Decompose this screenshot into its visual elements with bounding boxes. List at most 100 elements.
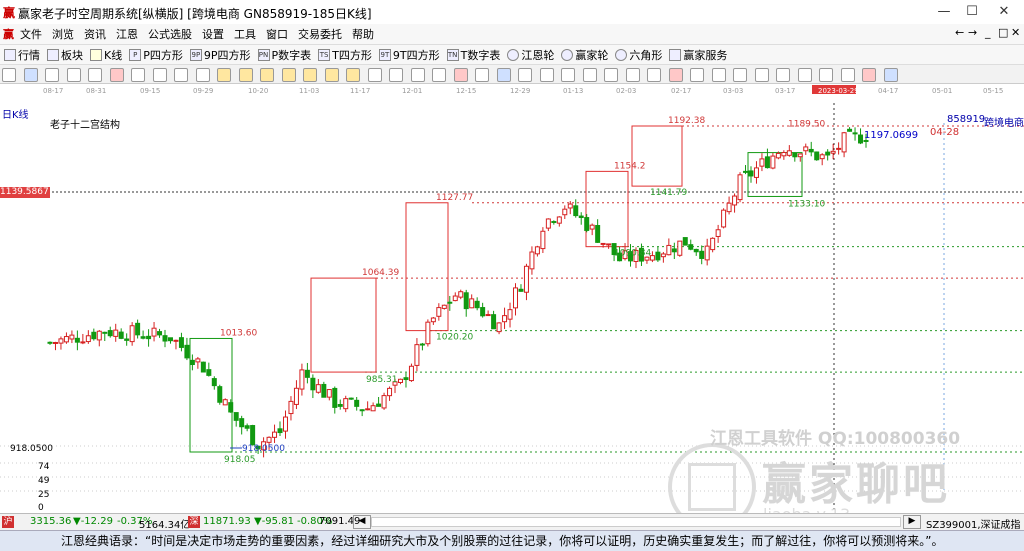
color-tool-icon[interactable]	[862, 68, 876, 82]
menu-tools[interactable]: 工具	[234, 26, 256, 42]
toolbar-kline[interactable]: K线	[90, 47, 122, 63]
toolbar-9p-square[interactable]: 9P 9P四方形	[189, 47, 251, 63]
candle-body	[715, 229, 721, 237]
candle-body	[748, 170, 754, 177]
toolbar-service[interactable]: 赢家服务	[669, 47, 727, 63]
low-marker-label: 918.0500	[242, 444, 285, 454]
menu-file[interactable]: 文件	[20, 26, 42, 42]
flag-icon[interactable]	[109, 68, 124, 82]
arc-tool-icon[interactable]	[604, 68, 618, 82]
candle-body	[759, 158, 765, 167]
candle-body	[682, 237, 688, 246]
cursor-icon[interactable]	[88, 68, 102, 82]
line-tool-icon[interactable]	[410, 68, 425, 82]
gear-tool-icon[interactable]	[776, 68, 790, 82]
palace-box-4	[631, 125, 683, 187]
next-page-icon[interactable]	[174, 68, 188, 82]
prev-page-icon[interactable]	[152, 68, 167, 82]
infinity-tool-icon[interactable]	[883, 68, 898, 82]
menu-info[interactable]: 资讯	[84, 26, 106, 42]
toolbar-9t-square[interactable]: 9T 9T四方形	[378, 47, 440, 63]
toolbar-hexagon[interactable]: 六角形	[615, 47, 662, 63]
back-arrow-icon[interactable]: ←	[955, 26, 964, 39]
box-tool-icon[interactable]	[733, 68, 747, 82]
scroll-right-button[interactable]: ▶	[903, 515, 921, 529]
gann-wheel-icon	[507, 48, 520, 61]
menu-formula[interactable]: 公式选股	[148, 26, 192, 42]
toolbar-t-square[interactable]: TS T四方形	[318, 47, 372, 63]
diamond-icon-7[interactable]	[346, 68, 360, 82]
toolbar-t-number-table[interactable]: TN T数字表	[446, 47, 500, 63]
last-page-icon[interactable]	[195, 68, 210, 82]
axis-0-label: 0	[38, 503, 44, 513]
menu-browse[interactable]: 浏览	[52, 26, 74, 42]
first-page-icon[interactable]	[131, 68, 145, 82]
menu-gann[interactable]: 江恩	[116, 26, 138, 42]
text-tool-icon[interactable]	[475, 68, 489, 82]
candle-body	[74, 337, 80, 343]
diamond-icon-6[interactable]	[324, 68, 339, 82]
ray-tool-icon[interactable]	[432, 68, 446, 82]
menu-window[interactable]: 窗口	[266, 26, 288, 42]
period-icon[interactable]	[23, 68, 38, 82]
menu-help[interactable]: 帮助	[352, 26, 374, 42]
candle-body	[688, 244, 694, 250]
price-annotation-10: 1133.10	[788, 199, 825, 209]
wave-tool-icon[interactable]	[819, 68, 833, 82]
layout-icon[interactable]	[2, 68, 16, 82]
menu-settings[interactable]: 设置	[202, 26, 224, 42]
toolbar-winner-wheel-label: 赢家轮	[575, 48, 609, 62]
grid-tool-icon[interactable]	[496, 68, 511, 82]
toolbar-p-square[interactable]: P P四方形	[129, 47, 183, 63]
scroll-left-button[interactable]: ◀	[353, 515, 371, 529]
scrollbar-track[interactable]	[371, 517, 901, 527]
sz-index-value[interactable]: 11871.93	[203, 516, 251, 527]
winner-wheel-icon	[561, 48, 574, 61]
fan-tool-icon[interactable]	[561, 68, 575, 82]
stock-name: 跨境电商	[984, 118, 1024, 129]
candle-body	[359, 409, 365, 412]
diamond-icon-4[interactable]	[281, 68, 296, 82]
inner-minimize-button[interactable]: _	[985, 26, 991, 39]
fib-tool-icon[interactable]	[647, 68, 661, 82]
calc-icon[interactable]	[45, 68, 59, 82]
palace-box-1	[310, 277, 377, 373]
period-tool-icon[interactable]	[711, 68, 726, 82]
align-icon[interactable]	[66, 68, 81, 82]
chart-tool-icon[interactable]	[539, 68, 554, 82]
arrow-tool-icon[interactable]	[840, 68, 855, 82]
menu-trade[interactable]: 交易委托	[298, 26, 342, 42]
angle-tool-icon[interactable]	[797, 68, 812, 82]
toolbar-sector[interactable]: 板块	[47, 47, 83, 63]
status-right-label[interactable]: SZ399001,深证成指	[926, 516, 1021, 531]
table-tool-icon[interactable]	[518, 68, 532, 82]
hand-icon[interactable]	[367, 68, 382, 82]
candle-body	[310, 377, 316, 391]
price-annotation-6: 1090.84	[614, 249, 651, 259]
toolbar-p-number-table[interactable]: PN P数字表	[257, 47, 311, 63]
erase-tool-icon[interactable]	[453, 68, 468, 82]
inner-close-button[interactable]: ✕	[1011, 26, 1020, 39]
toolbar-p-square-label: P四方形	[143, 48, 183, 62]
toolbar-gann-wheel[interactable]: 江恩轮	[507, 47, 554, 63]
diamond-icon-3[interactable]	[260, 68, 274, 82]
square-tool-icon[interactable]	[625, 68, 640, 82]
circle-tool-icon[interactable]	[582, 68, 597, 82]
toolbar-kline-label: K线	[104, 48, 123, 62]
diamond-icon-5[interactable]	[303, 68, 317, 82]
candle-body	[808, 148, 814, 153]
close-button[interactable]: ✕	[984, 0, 1024, 24]
channel-tool-icon[interactable]	[690, 68, 704, 82]
crosshair-icon[interactable]	[389, 68, 403, 82]
candle-body	[195, 358, 201, 363]
diamond-icon-1[interactable]	[217, 68, 231, 82]
toolbar-winner-wheel[interactable]: 赢家轮	[561, 47, 608, 63]
clock-tool-icon[interactable]	[754, 68, 769, 82]
forward-arrow-icon[interactable]: →	[968, 26, 977, 39]
toolbar-quote[interactable]: 行情	[4, 47, 40, 63]
diamond-icon-2[interactable]	[238, 68, 253, 82]
inner-restore-button[interactable]: □	[998, 26, 1008, 39]
percent-tool-icon[interactable]	[668, 68, 683, 82]
sh-index-value[interactable]: 3315.36	[30, 516, 71, 527]
candle-body	[266, 436, 272, 443]
